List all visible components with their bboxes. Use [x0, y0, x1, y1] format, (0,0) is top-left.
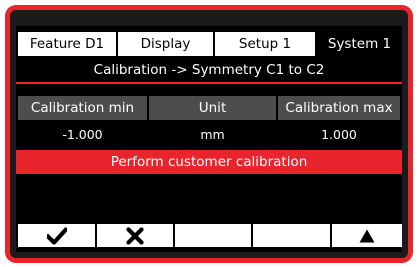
device-frame: Feature D1 Display Setup 1 System 1 Cali…	[0, 0, 418, 267]
up-arrow-icon	[359, 229, 375, 242]
page-title: Calibration -> Symmetry C1 to C2	[93, 62, 325, 78]
perform-calibration-button[interactable]: Perform customer calibration	[16, 150, 402, 174]
tab-display[interactable]: Display	[118, 32, 213, 56]
calibration-min-value[interactable]: -1.000	[18, 122, 147, 147]
softkey-confirm[interactable]	[18, 224, 95, 247]
tab-setup-1[interactable]: Setup 1	[215, 32, 315, 56]
softkey-cancel[interactable]	[97, 224, 173, 247]
softkey-3[interactable]	[175, 224, 251, 247]
softkey-4[interactable]	[253, 224, 330, 247]
calibration-max-value[interactable]: 1.000	[278, 122, 400, 147]
tab-system-1[interactable]: System 1	[317, 32, 402, 56]
cross-icon	[126, 227, 144, 244]
softkey-up[interactable]	[332, 224, 402, 247]
column-header-calibration-max: Calibration max	[278, 96, 400, 120]
unit-value[interactable]: mm	[149, 122, 276, 147]
tab-bar: Feature D1 Display Setup 1 System 1	[16, 32, 402, 56]
column-header-calibration-min: Calibration min	[18, 96, 147, 120]
checkmark-icon	[46, 227, 67, 244]
header-divider	[16, 82, 402, 84]
tab-feature-d1[interactable]: Feature D1	[18, 32, 116, 56]
column-header-unit: Unit	[149, 96, 276, 120]
